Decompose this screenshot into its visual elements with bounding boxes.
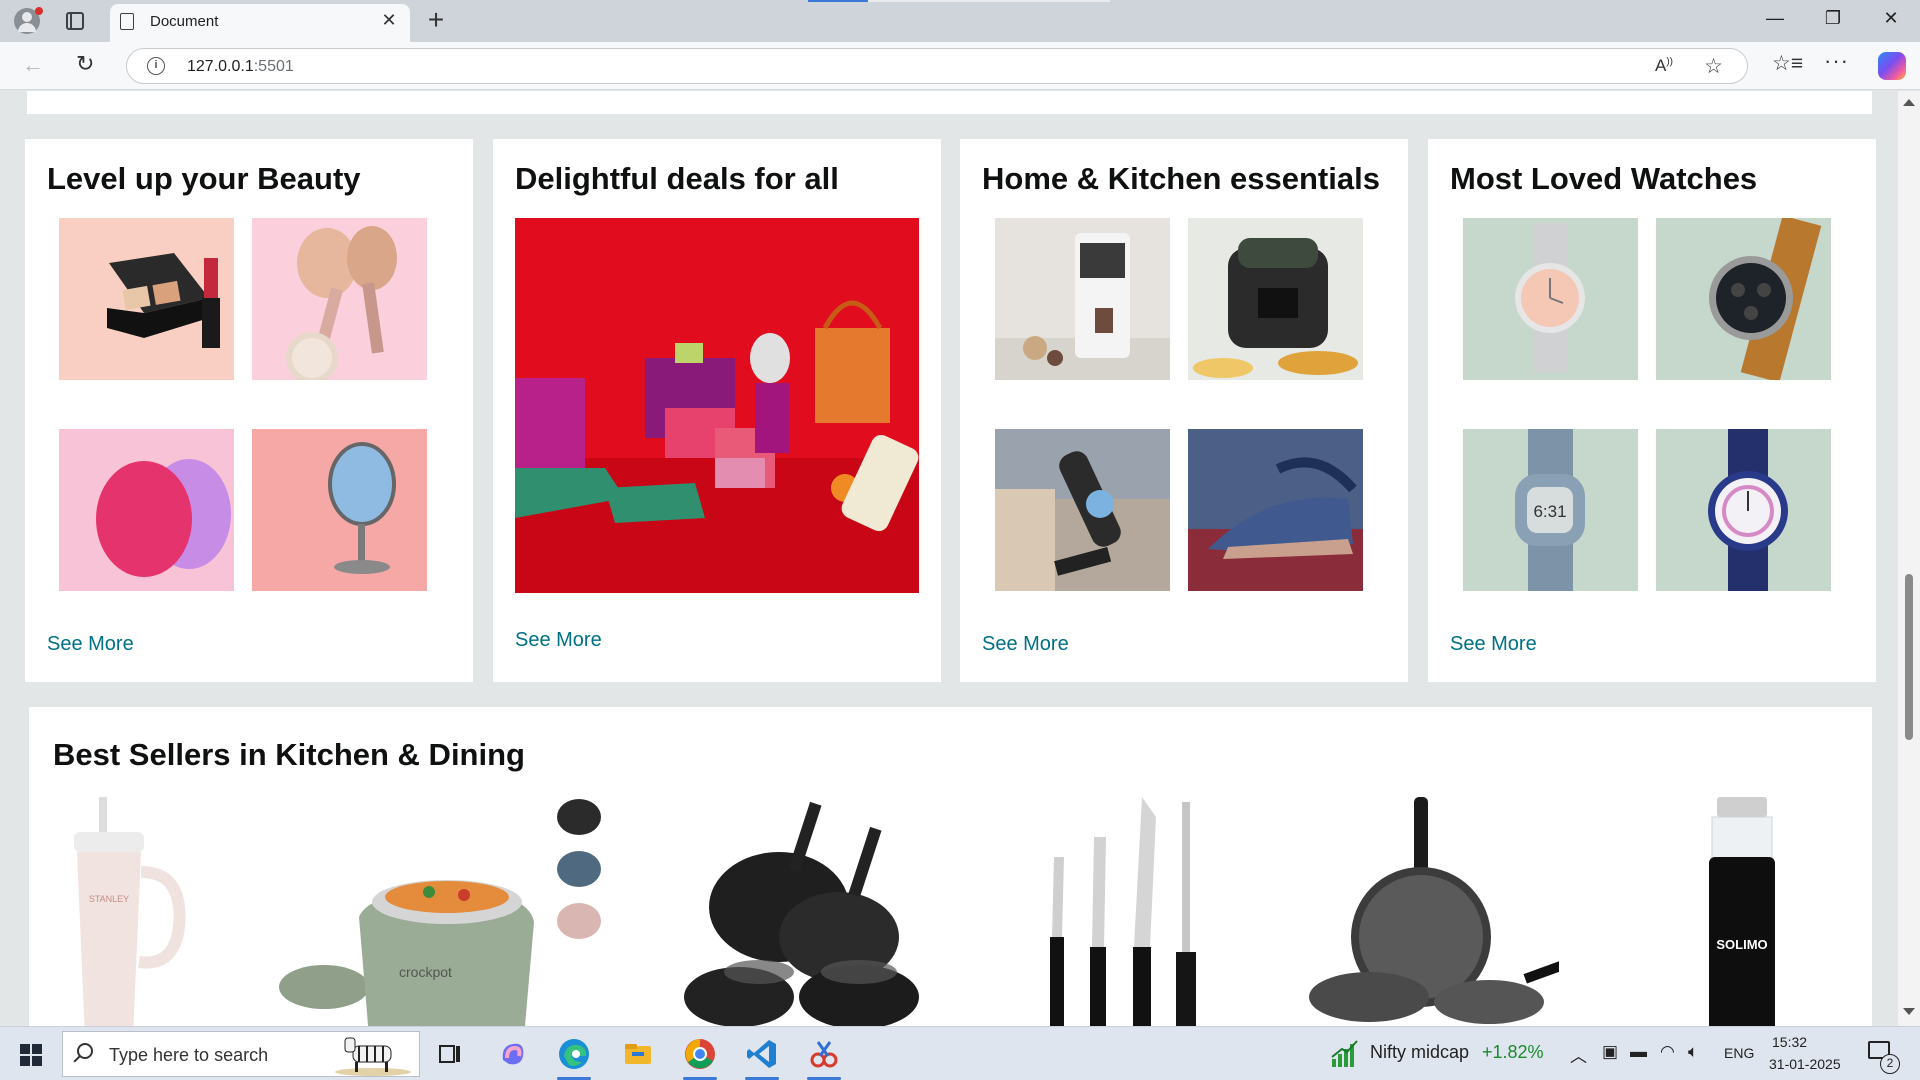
browser-tab[interactable]: Document ✕ (110, 4, 410, 42)
device-icon[interactable]: ▣ (1602, 1042, 1618, 1062)
scroll-down-arrow-icon[interactable] (1903, 1008, 1915, 1015)
product-rice-cooker[interactable]: crockpot (279, 797, 609, 1026)
stock-chart-icon[interactable] (1330, 1039, 1358, 1067)
page-viewport: Level up your Beauty See More Delightful… (0, 91, 1898, 1026)
site-info-icon[interactable]: i (147, 57, 165, 75)
file-explorer-icon[interactable] (620, 1036, 656, 1072)
refresh-icon[interactable]: ↻ (76, 51, 94, 77)
read-aloud-icon[interactable]: A)) (1655, 56, 1673, 76)
bottle-brand-text: SOLIMO (1716, 937, 1767, 952)
tab-title: Document (150, 13, 219, 30)
product-image-iron[interactable] (1188, 429, 1363, 591)
card-title: Delightful deals for all (515, 161, 839, 196)
card-title: Level up your Beauty (47, 161, 361, 196)
more-options-icon[interactable]: ··· (1824, 48, 1849, 74)
see-more-link[interactable]: See More (515, 629, 602, 652)
wifi-icon[interactable]: ◠ (1660, 1042, 1675, 1062)
widget-label[interactable]: Nifty midcap (1370, 1042, 1469, 1063)
best-sellers-section: Best Sellers in Kitchen & Dining STANLEY… (29, 707, 1872, 1026)
vertical-scrollbar[interactable] (1898, 91, 1920, 1026)
vscode-icon[interactable] (744, 1036, 780, 1072)
url-text: 127.0.0.1:5501 (187, 58, 294, 76)
tab-actions-icon[interactable] (66, 12, 84, 30)
search-icon (77, 1043, 93, 1059)
product-image-vacuum[interactable] (995, 429, 1170, 591)
card-home-kitchen: Home & Kitchen essentials See More (960, 139, 1408, 682)
url-host: 127.0.0.1 (187, 58, 254, 75)
see-more-link[interactable]: See More (1450, 633, 1537, 656)
product-image-brushes[interactable] (252, 218, 427, 380)
product-image-mirror[interactable] (252, 429, 427, 591)
product-image-coffee-machine[interactable] (995, 218, 1170, 380)
url-port: :5501 (253, 58, 294, 75)
product-tumbler[interactable]: STANLEY (59, 797, 189, 1026)
tab-close-icon[interactable]: ✕ (378, 10, 400, 31)
favorite-star-icon[interactable]: ☆ (1704, 54, 1723, 79)
crockpot-brand-text: crockpot (399, 964, 452, 980)
back-arrow-icon[interactable]: ← (22, 52, 44, 78)
favorites-icon[interactable]: ☆≡ (1772, 51, 1803, 76)
see-more-link[interactable]: See More (47, 633, 134, 656)
show-hidden-icons-chevron-icon[interactable]: ︿ (1570, 1042, 1587, 1067)
product-pan-set[interactable] (1309, 797, 1565, 1026)
widget-value: +1.82% (1482, 1042, 1544, 1062)
profile-notification-dot (35, 7, 43, 15)
chrome-icon[interactable] (682, 1036, 718, 1072)
previous-section-edge (27, 91, 1872, 114)
minimize-button[interactable]: — (1752, 8, 1798, 34)
clock-date[interactable]: 31-01-2025 (1769, 1056, 1841, 1072)
notification-count-badge: 2 (1880, 1054, 1900, 1074)
tabbar-indicator (808, 0, 868, 2)
address-bar-row: ← ↻ i 127.0.0.1:5501 A)) ☆ ☆≡ ··· (0, 42, 1920, 90)
scrollbar-thumb[interactable] (1905, 574, 1913, 740)
product-cookware-set[interactable] (669, 797, 949, 1026)
product-water-bottle[interactable]: SOLIMO (1697, 797, 1787, 1026)
card-watches: Most Loved Watches 6:31 See More (1428, 139, 1876, 682)
taskbar-search-input[interactable]: Type here to search (62, 1031, 420, 1077)
url-input[interactable]: i 127.0.0.1:5501 A)) ☆ (126, 48, 1748, 84)
see-more-link[interactable]: See More (982, 633, 1069, 656)
product-image-chronograph-watch[interactable] (1656, 218, 1831, 380)
search-placeholder: Type here to search (109, 1045, 269, 1065)
task-view-icon[interactable] (432, 1036, 468, 1072)
tabbar-indicator-track (868, 0, 1110, 2)
new-tab-button[interactable]: + (422, 4, 450, 36)
copilot-taskbar-icon[interactable] (495, 1036, 531, 1072)
deals-banner-image[interactable] (515, 218, 919, 593)
scroll-up-arrow-icon[interactable] (1903, 99, 1915, 106)
card-deals: Delightful deals for all See More (493, 139, 941, 682)
product-image-sponges[interactable] (59, 429, 234, 591)
snipping-tool-icon[interactable] (806, 1036, 842, 1072)
document-icon (120, 13, 134, 30)
product-image-multicooker[interactable] (1188, 218, 1363, 380)
zebra-highlight-icon (335, 1037, 411, 1076)
browser-tab-bar: Document ✕ + — ❐ ✕ (0, 0, 1920, 42)
card-beauty: Level up your Beauty See More (25, 139, 473, 682)
product-knife-set[interactable] (1034, 797, 1234, 1026)
card-title: Most Loved Watches (1450, 161, 1758, 196)
edge-browser-icon[interactable] (556, 1036, 592, 1072)
svg-text:6:31: 6:31 (1533, 502, 1566, 521)
volume-icon[interactable]: 🔈︎ (1688, 1042, 1698, 1062)
product-image-digital-watch[interactable]: 6:31 (1463, 429, 1638, 591)
battery-icon[interactable]: ▬ (1630, 1042, 1647, 1062)
card-title: Home & Kitchen essentials (982, 161, 1380, 196)
clock-time[interactable]: 15:32 (1772, 1034, 1807, 1050)
tumbler-brand-text: STANLEY (89, 894, 129, 904)
product-image-kids-watch[interactable] (1656, 429, 1831, 591)
windows-start-icon[interactable] (20, 1044, 42, 1066)
product-image-compact[interactable] (59, 218, 234, 380)
close-window-button[interactable]: ✕ (1868, 8, 1914, 34)
copilot-icon[interactable] (1878, 52, 1906, 80)
section-title: Best Sellers in Kitchen & Dining (53, 737, 525, 772)
windows-taskbar: Type here to search Nifty midcap +1.82% … (0, 1026, 1920, 1080)
language-indicator[interactable]: ENG (1724, 1045, 1754, 1061)
restore-button[interactable]: ❐ (1810, 8, 1856, 34)
product-image-rosegold-watch[interactable] (1463, 218, 1638, 380)
